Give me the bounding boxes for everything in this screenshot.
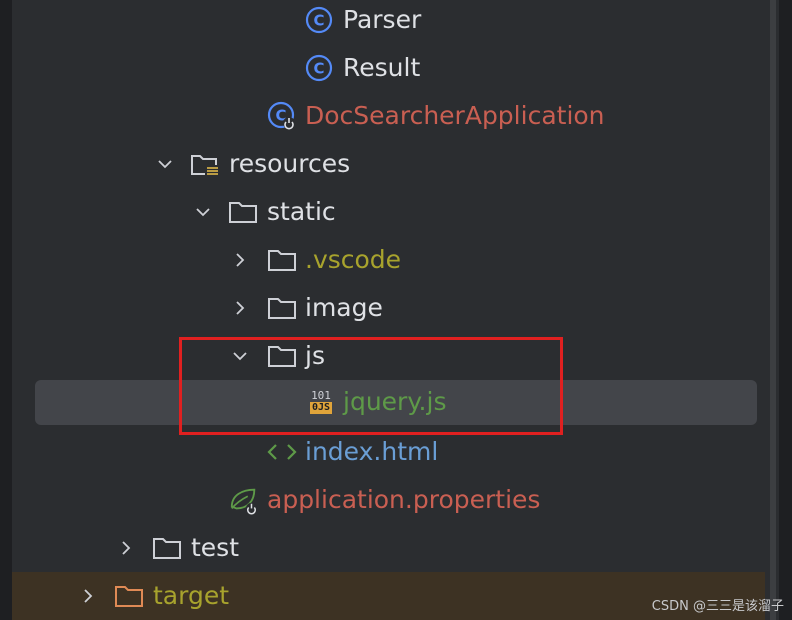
spring-boot-class-icon: C bbox=[267, 101, 297, 131]
tree-item-label: index.html bbox=[305, 437, 439, 466]
tree-item-index-html[interactable]: index.html bbox=[12, 428, 765, 476]
tree-item-label: Result bbox=[343, 53, 421, 82]
folder-icon bbox=[267, 245, 297, 275]
tree-item-test[interactable]: test bbox=[12, 524, 765, 572]
tree-item-static[interactable]: static bbox=[12, 188, 765, 236]
tree-item-image[interactable]: image bbox=[12, 284, 765, 332]
annotation-highlight-box bbox=[179, 337, 563, 435]
folder-icon bbox=[228, 197, 258, 227]
chevron-right-icon[interactable] bbox=[230, 236, 250, 284]
class-icon: C bbox=[304, 5, 334, 35]
class-icon: C bbox=[304, 53, 334, 83]
tree-item-application-properties[interactable]: application.properties bbox=[12, 476, 765, 524]
chevron-right-icon[interactable] bbox=[230, 284, 250, 332]
chevron-right-icon[interactable] bbox=[78, 572, 98, 620]
tree-item-result[interactable]: C Result bbox=[12, 44, 765, 92]
watermark: CSDN @三三是该溜子 bbox=[651, 599, 784, 614]
tree-item-label: static bbox=[267, 197, 336, 226]
svg-text:C: C bbox=[313, 12, 324, 30]
tree-item-label: test bbox=[191, 533, 240, 562]
left-gutter bbox=[0, 0, 12, 620]
scrollbar-thumb[interactable] bbox=[770, 0, 776, 620]
tree-item-label: application.properties bbox=[267, 485, 541, 514]
tree-item-label: resources bbox=[229, 149, 351, 178]
excluded-folder-icon bbox=[114, 581, 144, 611]
folder-icon bbox=[267, 293, 297, 323]
tree-item-resources[interactable]: resources bbox=[12, 140, 765, 188]
tree-item-label: image bbox=[305, 293, 383, 322]
chevron-right-icon[interactable] bbox=[116, 524, 136, 572]
tree-item-label: Parser bbox=[343, 5, 422, 34]
tree-item-label: .vscode bbox=[305, 245, 402, 274]
html-file-icon bbox=[267, 437, 297, 467]
tree-item-label: DocSearcherApplication bbox=[305, 101, 605, 130]
tree-item-parser[interactable]: C Parser bbox=[12, 0, 765, 44]
resources-folder-icon bbox=[190, 149, 220, 179]
tree-item-vscode[interactable]: .vscode bbox=[12, 236, 765, 284]
tree-item-label: target bbox=[153, 581, 230, 610]
chevron-down-icon[interactable] bbox=[193, 188, 213, 236]
svg-text:C: C bbox=[313, 60, 324, 78]
right-edge bbox=[779, 0, 792, 620]
chevron-down-icon[interactable] bbox=[155, 140, 175, 188]
spring-properties-icon bbox=[229, 485, 259, 515]
folder-icon bbox=[152, 533, 182, 563]
tree-item-docsearcherapplication[interactable]: C DocSearcherApplication bbox=[12, 92, 765, 140]
